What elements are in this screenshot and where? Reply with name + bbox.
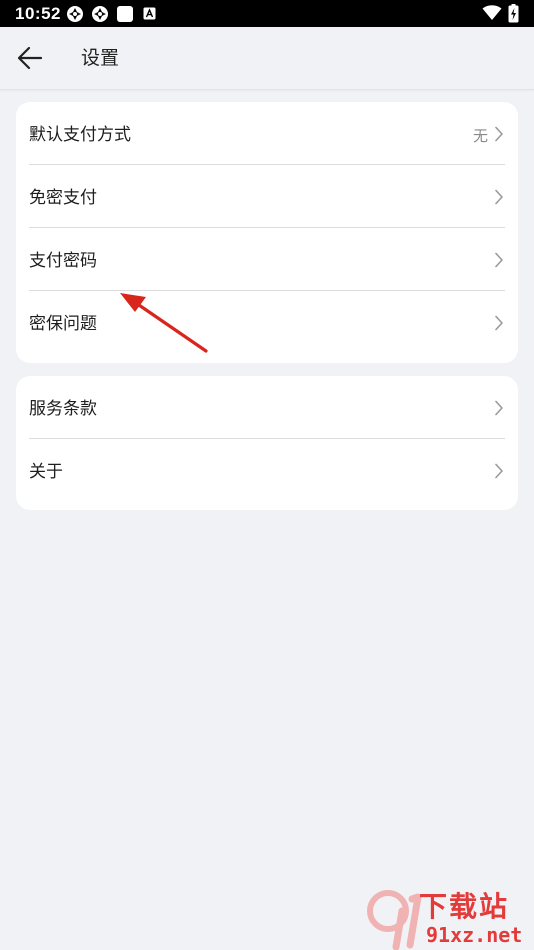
page-title: 设置 [81,47,120,69]
list-item-label: 关于 [29,462,63,482]
chevron-right-icon [495,252,503,268]
sync-icon [67,6,83,22]
terms-of-service-item[interactable]: 服务条款 [16,376,518,439]
watermark-logo: 下载站 91xz.net [366,889,534,950]
list-item-label: 免密支付 [29,188,97,208]
back-button[interactable] [12,42,48,74]
logo-91-icon [367,890,422,950]
watermark-url: 91xz.net [426,923,523,947]
status-bar: 10:52 [0,0,534,27]
status-time: 10:52 [15,4,61,23]
password-free-payment-item[interactable]: 免密支付 [16,165,518,228]
chevron-right-icon [495,189,503,205]
settings-group-info: 服务条款 关于 [16,376,518,510]
default-payment-method-item[interactable]: 默认支付方式 无 [16,102,518,165]
chevron-right-icon [495,126,503,142]
wifi-icon [482,5,502,20]
payment-password-item[interactable]: 支付密码 [16,228,518,291]
list-item-label: 支付密码 [29,251,97,271]
security-questions-item[interactable]: 密保问题 [16,291,518,354]
list-item-label: 密保问题 [29,314,97,334]
list-item-label: 默认支付方式 [29,125,131,145]
sync-icon [92,6,108,22]
chevron-right-icon [495,400,503,416]
chevron-right-icon [495,463,503,479]
arrow-left-icon [17,46,43,70]
battery-charging-icon [508,4,519,23]
watermark-text: 下载站 [419,890,510,923]
square-icon [117,6,133,22]
about-item[interactable]: 关于 [16,439,518,502]
list-item-label: 服务条款 [29,399,97,419]
list-item-value: 无 [472,127,488,145]
font-icon [143,7,156,20]
app-bar: 设置 [0,27,534,90]
chevron-right-icon [495,315,503,331]
settings-group-payment: 默认支付方式 无 免密支付 支付密码 密保问题 [16,102,518,363]
